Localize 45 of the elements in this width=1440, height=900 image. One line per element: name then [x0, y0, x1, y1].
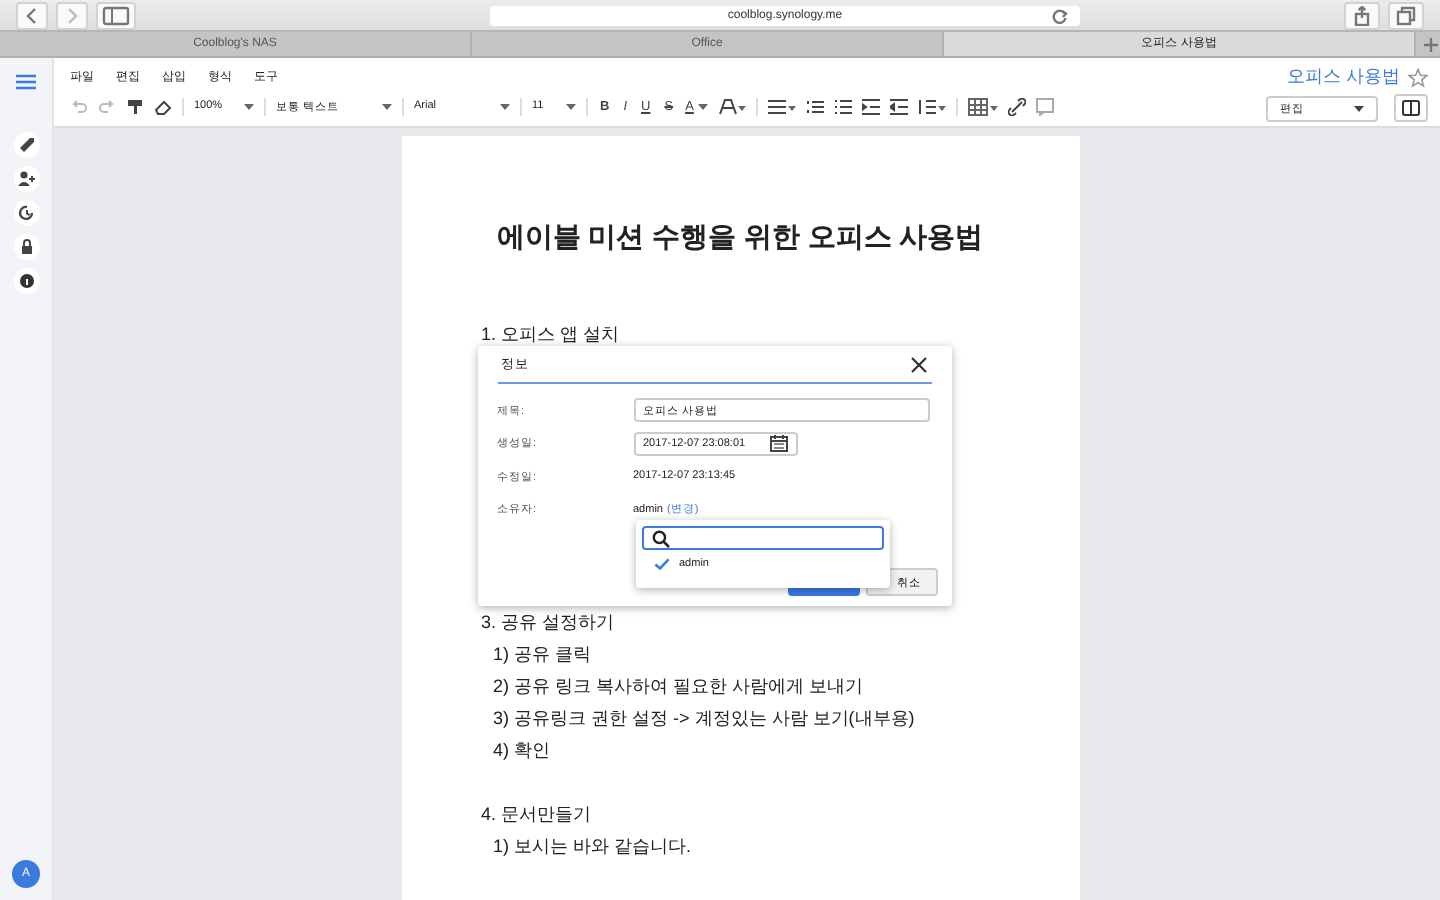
document-title[interactable]: 오피스 사용법 [1286, 64, 1400, 90]
sidebar-icon[interactable] [96, 1, 136, 29]
search-icon [651, 529, 669, 547]
eraser-icon[interactable] [154, 97, 172, 115]
history-icon[interactable] [13, 200, 39, 226]
check-icon [653, 558, 669, 570]
section-heading: 4. 문서만들기 [481, 802, 594, 828]
outdent-icon[interactable] [889, 97, 908, 115]
back-icon[interactable] [16, 1, 48, 29]
tabs-icon[interactable] [1388, 1, 1424, 29]
bullet-list-icon[interactable] [833, 97, 852, 115]
columns-icon [1402, 100, 1420, 116]
list-item: 1) 공유 클릭 [491, 642, 594, 668]
share-icon[interactable] [1344, 1, 1380, 29]
list-item: 4) 확인 [491, 738, 553, 764]
indent-icon[interactable] [861, 97, 880, 115]
caret-icon [697, 103, 708, 109]
caret-icon [566, 103, 576, 109]
caret-icon [500, 103, 510, 109]
caret-icon [382, 103, 392, 109]
align-icon[interactable] [767, 97, 796, 115]
layout-button[interactable] [1394, 94, 1428, 122]
table-icon[interactable] [967, 97, 998, 115]
section-heading: 1. 오피스 앱 설치 [481, 322, 622, 348]
star-icon[interactable] [1408, 67, 1428, 87]
reload-icon[interactable] [1052, 7, 1068, 23]
paint-roller-icon[interactable] [126, 97, 144, 115]
info-icon[interactable] [13, 268, 39, 294]
calendar-icon[interactable] [769, 434, 787, 453]
add-user-icon[interactable] [13, 166, 39, 192]
document-heading: 에이블 미션 수행을 위한 오피스 사용법 [494, 220, 986, 256]
list-item: 2) 공유 링크 복사하여 필요한 사람에게 보내기 [491, 674, 866, 700]
menu-icon[interactable] [16, 74, 36, 90]
list-item: 1) 보시는 바와 같습니다. [491, 834, 694, 860]
caret-icon [1354, 105, 1364, 111]
link-icon[interactable] [1007, 97, 1026, 115]
numbered-list-icon[interactable] [805, 97, 824, 115]
close-icon[interactable] [909, 355, 927, 373]
lock-icon[interactable] [13, 234, 39, 260]
caret-icon [244, 103, 254, 109]
line-spacing-icon[interactable] [917, 97, 946, 115]
section-heading: 3. 공유 설정하기 [481, 610, 617, 636]
plus-icon[interactable] [1422, 35, 1440, 53]
search-field[interactable] [641, 526, 883, 550]
list-item: 3) 공유링크 권한 설정 -> 계정있는 사람 보기(내부용) [491, 706, 917, 732]
